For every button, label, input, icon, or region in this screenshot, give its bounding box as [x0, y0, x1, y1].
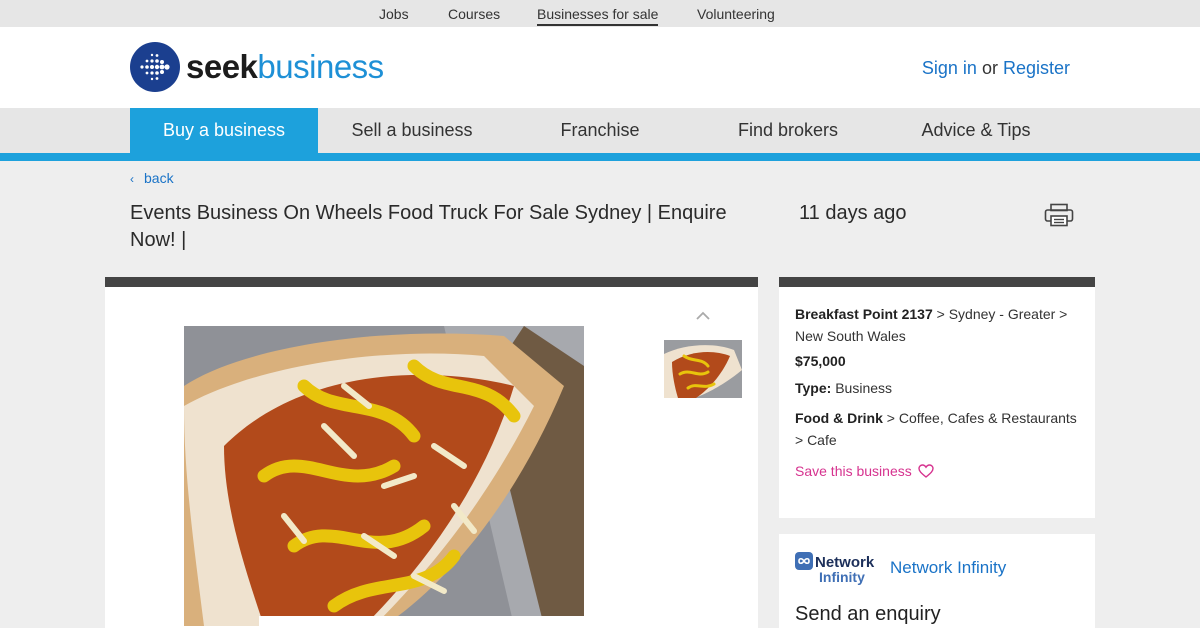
sign-in-link[interactable]: Sign in	[922, 58, 977, 78]
print-icon[interactable]	[1044, 203, 1074, 227]
chevron-up-icon[interactable]	[695, 311, 711, 321]
seek-logo-icon	[130, 42, 180, 92]
type-value: Business	[835, 380, 893, 396]
seekbusiness-logo[interactable]: seek business	[130, 42, 384, 92]
save-business-label: Save this business	[795, 463, 912, 479]
listing-price: $75,000	[795, 353, 846, 369]
site-header: seek business Sign in or Register	[0, 27, 1200, 108]
chevron-left-icon: ‹	[130, 172, 134, 186]
register-link[interactable]: Register	[1003, 58, 1070, 78]
enquiry-heading: Send an enquiry	[795, 603, 941, 625]
gallery-card	[105, 277, 758, 628]
location-suburb[interactable]: Breakfast Point 2137	[795, 306, 933, 322]
logo-text-business: business	[257, 48, 384, 85]
back-link[interactable]: ‹ back	[130, 170, 174, 186]
auth-links: Sign in or Register	[922, 58, 1070, 79]
listing-title: Events Business On Wheels Food Truck For…	[130, 202, 727, 251]
main-nav: Buy a business Sell a business Franchise…	[0, 108, 1200, 153]
top-link-jobs[interactable]: Jobs	[379, 6, 409, 22]
listing-category: Food & Drink > Coffee, Cafes & Restauran…	[795, 407, 1079, 451]
heart-icon	[918, 464, 934, 478]
save-business-button[interactable]: Save this business	[795, 463, 1079, 479]
type-label: Type:	[795, 380, 832, 396]
top-link-courses[interactable]: Courses	[448, 6, 500, 22]
top-link-businesses-for-sale[interactable]: Businesses for sale	[537, 6, 659, 26]
agent-name-link[interactable]: Network Infinity	[890, 558, 1006, 578]
nav-find-brokers[interactable]: Find brokers	[694, 108, 882, 153]
nav-buy-a-business[interactable]: Buy a business	[130, 108, 318, 153]
main-listing-photo[interactable]	[184, 326, 584, 626]
category-main[interactable]: Food & Drink	[795, 410, 883, 426]
logo-text-seek: seek	[186, 48, 258, 85]
posted-date: 11 days ago	[799, 202, 907, 224]
nav-advice-tips[interactable]: Advice & Tips	[882, 108, 1070, 153]
top-links-bar: Jobs Courses Businesses for sale Volunte…	[0, 0, 1200, 27]
listing-summary-card: Breakfast Point 2137 > Sydney - Greater …	[779, 277, 1095, 518]
listing-location: Breakfast Point 2137 > Sydney - Greater …	[795, 303, 1079, 347]
top-link-volunteering[interactable]: Volunteering	[697, 6, 775, 22]
back-label: back	[144, 170, 174, 186]
nav-franchise[interactable]: Franchise	[506, 108, 694, 153]
agent-logo-line2: Infinity	[819, 569, 865, 585]
auth-or-text: or	[981, 58, 998, 78]
agent-card: Network Infinity Network Infinity Send a…	[779, 534, 1095, 628]
listing-type: Type: Business	[795, 377, 1079, 399]
nav-accent-bar	[0, 153, 1200, 161]
gallery-thumbnail[interactable]	[664, 340, 742, 398]
nav-sell-a-business[interactable]: Sell a business	[318, 108, 506, 153]
network-infinity-logo[interactable]: Network Infinity	[795, 552, 877, 586]
